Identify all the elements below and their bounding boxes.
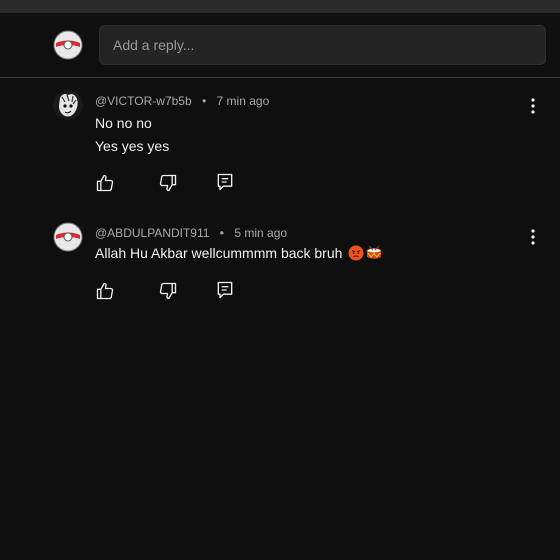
reply-composer	[0, 13, 560, 78]
comment-text-line: Yes yes yes	[95, 138, 170, 154]
thumbs-down-icon[interactable]	[158, 173, 178, 193]
current-user-avatar	[53, 30, 83, 60]
comment-text: Allah Hu Akbar wellcummmm back bruh	[95, 245, 343, 261]
comment-text-line: Allah Hu Akbar wellcummmm back bruh	[95, 245, 382, 261]
comment-meta: @ABDULPANDIT911 • 5 min ago	[95, 226, 287, 240]
comment-meta: @VICTOR-w7b5b • 7 min ago	[95, 94, 269, 108]
comment-item: @ABDULPANDIT911 • 5 min ago Allah Hu Akb…	[0, 222, 560, 312]
commenter-avatar[interactable]	[53, 222, 83, 252]
comment-item: @VICTOR-w7b5b • 7 min ago No no no Yes y…	[0, 90, 560, 200]
meta-separator: •	[202, 94, 207, 108]
comment-author[interactable]: @ABDULPANDIT911	[95, 226, 209, 240]
meta-separator: •	[219, 226, 224, 240]
drum-emoji	[366, 245, 382, 261]
comment-time: 5 min ago	[234, 226, 288, 240]
comment-time: 7 min ago	[216, 94, 270, 108]
more-vertical-icon[interactable]	[523, 227, 543, 247]
comments-panel: @VICTOR-w7b5b • 7 min ago No no no Yes y…	[0, 0, 560, 560]
reply-icon[interactable]	[215, 172, 235, 192]
thumbs-up-icon[interactable]	[95, 281, 115, 301]
comment-author[interactable]: @VICTOR-w7b5b	[95, 94, 192, 108]
commenter-avatar[interactable]	[53, 90, 83, 120]
more-vertical-icon[interactable]	[523, 96, 543, 116]
comment-text-line: No no no	[95, 115, 152, 131]
reply-icon[interactable]	[215, 280, 235, 300]
thumbs-down-icon[interactable]	[158, 281, 178, 301]
top-bar	[0, 0, 560, 13]
reply-input[interactable]	[99, 25, 546, 65]
thumbs-up-icon[interactable]	[95, 173, 115, 193]
angry-face-emoji	[348, 245, 364, 261]
